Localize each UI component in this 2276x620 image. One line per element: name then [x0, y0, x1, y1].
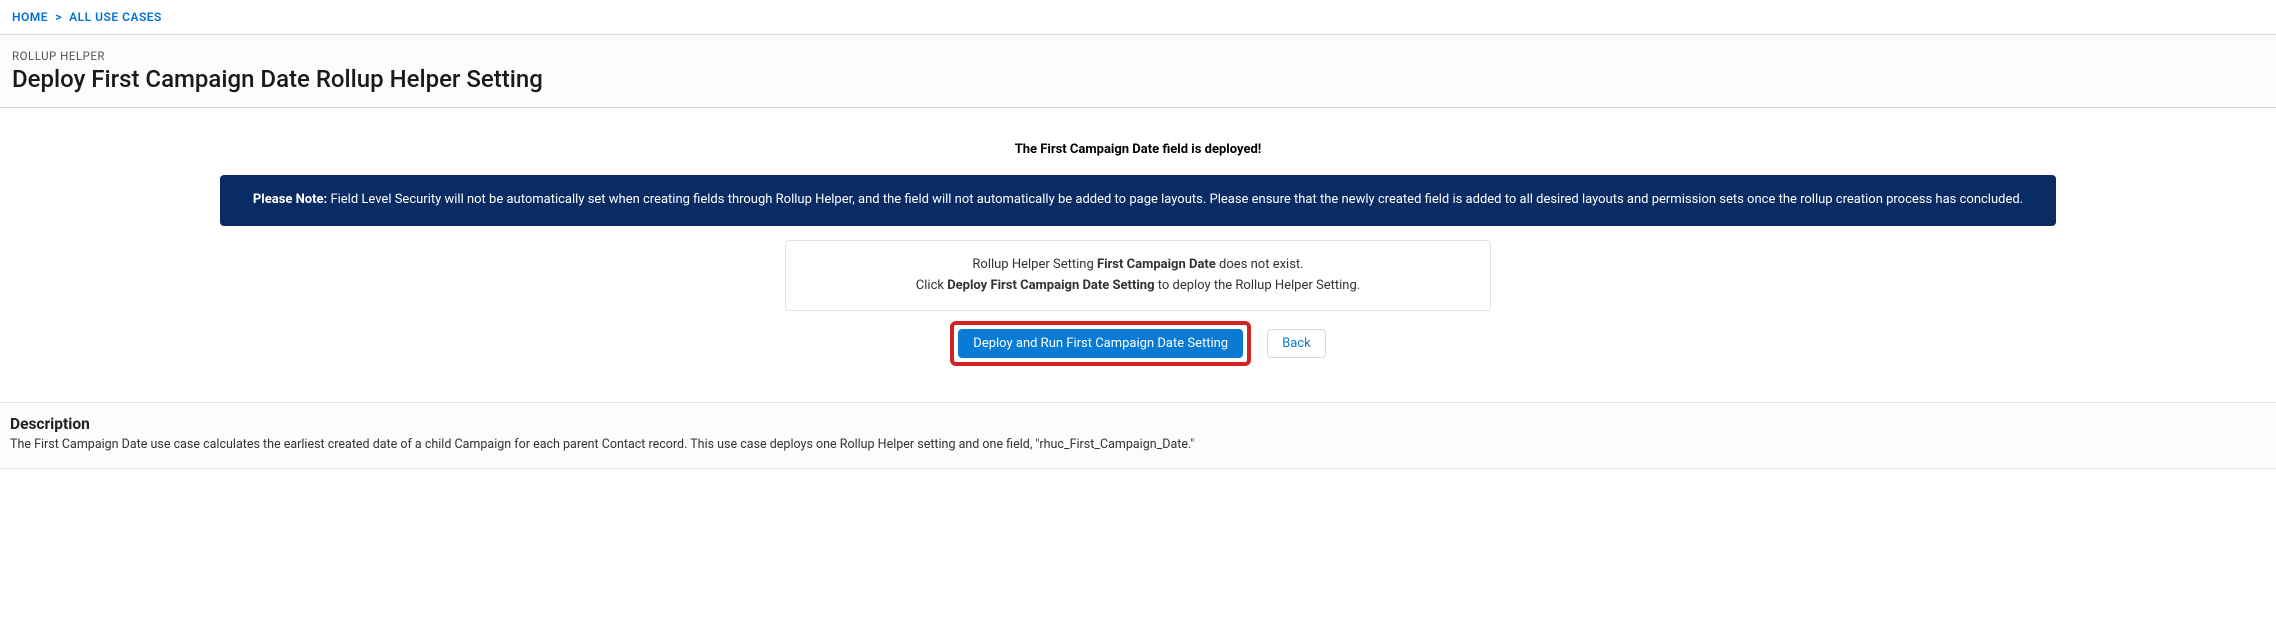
- deploy-and-run-button[interactable]: Deploy and Run First Campaign Date Setti…: [958, 329, 1243, 358]
- description-body: The First Campaign Date use case calcula…: [10, 437, 2266, 452]
- breadcrumb-home-link[interactable]: HOME: [12, 10, 48, 24]
- card-line-2: Click Deploy First Campaign Date Setting…: [818, 276, 1458, 297]
- breadcrumb-separator: >: [51, 10, 66, 24]
- breadcrumb: HOME > ALL USE CASES: [0, 0, 2276, 34]
- note-box: Please Note: Field Level Security will n…: [220, 175, 2056, 226]
- deploy-button-highlight: Deploy and Run First Campaign Date Setti…: [950, 321, 1251, 366]
- card-line1-pre: Rollup Helper Setting: [972, 257, 1097, 272]
- page-eyebrow: ROLLUP HELPER: [12, 49, 2264, 63]
- card-line2-bold: Deploy First Campaign Date Setting: [947, 278, 1154, 293]
- content-area: The First Campaign Date field is deploye…: [0, 142, 2276, 386]
- card-line1-bold: First Campaign Date: [1097, 257, 1216, 272]
- card-line2-pre: Click: [916, 278, 947, 293]
- page-title: Deploy First Campaign Date Rollup Helper…: [12, 65, 2264, 93]
- setting-card: Rollup Helper Setting First Campaign Dat…: [785, 240, 1491, 312]
- button-row: Deploy and Run First Campaign Date Setti…: [0, 321, 2276, 366]
- back-button[interactable]: Back: [1267, 329, 1326, 358]
- description-title: Description: [10, 415, 2266, 433]
- note-text: Field Level Security will not be automat…: [327, 192, 2023, 207]
- card-line1-post: does not exist.: [1216, 257, 1304, 272]
- deployed-status: The First Campaign Date field is deploye…: [0, 142, 2276, 157]
- description-section: Description The First Campaign Date use …: [0, 402, 2276, 469]
- card-line2-post: to deploy the Rollup Helper Setting.: [1155, 278, 1361, 293]
- card-line-1: Rollup Helper Setting First Campaign Dat…: [818, 255, 1458, 276]
- note-label: Please Note:: [253, 192, 327, 207]
- page-header: ROLLUP HELPER Deploy First Campaign Date…: [0, 34, 2276, 108]
- breadcrumb-all-use-cases-link[interactable]: ALL USE CASES: [69, 10, 162, 24]
